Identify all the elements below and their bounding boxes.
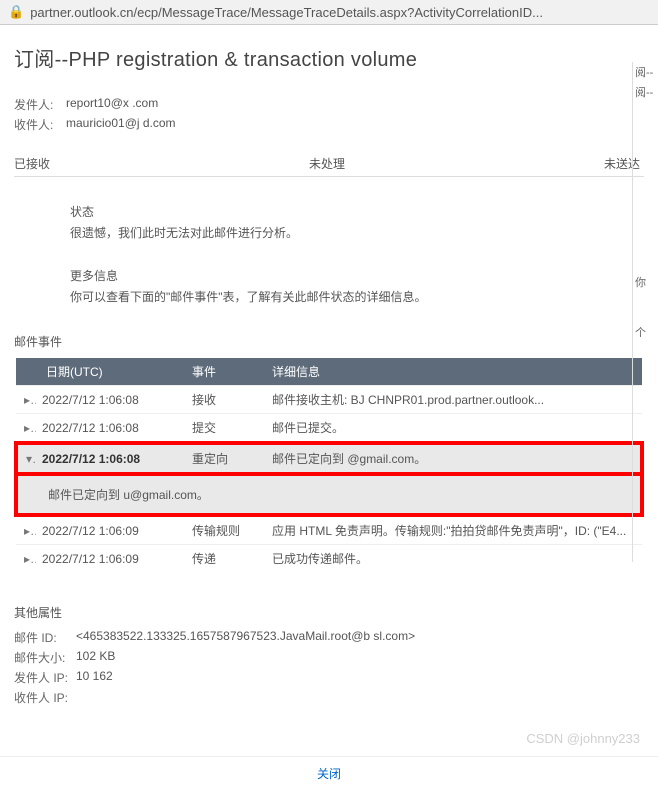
sidebar-fragment: 阅-- 阅-- 你 个: [632, 62, 658, 562]
cell-date: 2022/7/12 1:06:08: [36, 414, 186, 444]
cell-detail: 邮件已定向到 @gmail.com。: [266, 443, 642, 474]
cell-event: 提交: [186, 414, 266, 444]
cell-date: 2022/7/12 1:06:09: [36, 545, 186, 573]
rip-label: 收件人 IP:: [14, 689, 76, 706]
cell-date: 2022/7/12 1:06:08: [36, 443, 186, 474]
status-label: 状态: [70, 203, 644, 220]
table-row[interactable]: ▸ 2022/7/12 1:06:08 提交 邮件已提交。: [16, 414, 642, 444]
cell-event: 接收: [186, 386, 266, 414]
events-heading: 邮件事件: [14, 333, 644, 350]
lock-icon: 🔒: [8, 4, 24, 20]
table-row-detail: 邮件已定向到 u@gmail.com。: [16, 474, 642, 515]
cell-event: 重定向: [186, 443, 266, 474]
cell-event: 传递: [186, 545, 266, 573]
expand-icon[interactable]: ▸: [16, 545, 36, 573]
more-body: 你可以查看下面的"邮件事件"表，了解有关此邮件状态的详细信息。: [70, 288, 644, 305]
footer: 关闭: [0, 756, 658, 790]
cell-date: 2022/7/12 1:06:08: [36, 386, 186, 414]
cell-detail: 邮件已提交。: [266, 414, 642, 444]
msgid-label: 邮件 ID:: [14, 629, 76, 646]
watermark: CSDN @johnny233: [526, 731, 640, 746]
cell-detail: 已成功传递邮件。: [266, 545, 642, 573]
col-event: 事件: [186, 358, 266, 386]
msgid-value: <465383522.133325.1657587967523.JavaMail…: [76, 629, 415, 646]
props-heading: 其他属性: [14, 604, 644, 621]
other-properties: 其他属性 邮件 ID:<465383522.133325.16575879675…: [14, 604, 644, 706]
more-label: 更多信息: [70, 267, 644, 284]
url-text: partner.outlook.cn/ecp/MessageTrace/Mess…: [30, 5, 543, 20]
status-body: 很遗憾，我们此时无法对此邮件进行分析。: [70, 224, 644, 241]
status-tabs: 已接收 未处理 未送达: [14, 151, 644, 177]
cell-detail: 邮件接收主机: BJ CHNPR01.prod.partner.outlook.…: [266, 386, 642, 414]
expand-icon[interactable]: ▸: [16, 414, 36, 444]
close-link[interactable]: 关闭: [317, 765, 341, 782]
recipient-row: 收件人: mauricio01@j d.com: [14, 116, 644, 133]
table-row[interactable]: ▸ 2022/7/12 1:06:09 传递 已成功传递邮件。: [16, 545, 642, 573]
sip-value: 10 162: [76, 669, 113, 686]
table-row[interactable]: ▸ 2022/7/12 1:06:09 传输规则 应用 HTML 免责声明。传输…: [16, 515, 642, 545]
sender-row: 发件人: report10@x .com: [14, 96, 644, 113]
recipient-label: 收件人:: [14, 116, 66, 133]
status-section: 状态 很遗憾，我们此时无法对此邮件进行分析。: [70, 203, 644, 241]
expand-icon[interactable]: ▸: [16, 515, 36, 545]
cell-date: 2022/7/12 1:06:09: [36, 515, 186, 545]
events-table: 日期(UTC) 事件 详细信息 ▸ 2022/7/12 1:06:08 接收 邮…: [14, 358, 644, 572]
page-title: 订阅--PHP registration & transaction volum…: [14, 43, 644, 72]
cell-detail: 应用 HTML 免责声明。传输规则:"拍拍贷邮件免责声明"，ID: ("E4..…: [266, 515, 642, 545]
expanded-detail: 邮件已定向到 u@gmail.com。: [16, 474, 642, 515]
size-value: 102 KB: [76, 649, 115, 666]
table-row-expanded[interactable]: ▾ 2022/7/12 1:06:08 重定向 邮件已定向到 @gmail.co…: [16, 443, 642, 474]
more-section: 更多信息 你可以查看下面的"邮件事件"表，了解有关此邮件状态的详细信息。: [70, 267, 644, 305]
tab-unprocessed[interactable]: 未处理: [223, 151, 432, 176]
sender-label: 发件人:: [14, 96, 66, 113]
size-label: 邮件大小:: [14, 649, 76, 666]
recipient-value: mauricio01@j d.com: [66, 116, 176, 133]
cell-event: 传输规则: [186, 515, 266, 545]
tab-undelivered[interactable]: 未送达: [431, 151, 644, 176]
col-detail: 详细信息: [266, 358, 642, 386]
sender-value: report10@x .com: [66, 96, 158, 113]
tab-received[interactable]: 已接收: [14, 151, 223, 176]
col-date: 日期(UTC): [16, 358, 186, 386]
sip-label: 发件人 IP:: [14, 669, 76, 686]
url-bar: 🔒 partner.outlook.cn/ecp/MessageTrace/Me…: [0, 0, 658, 25]
collapse-icon[interactable]: ▾: [16, 443, 36, 474]
table-row[interactable]: ▸ 2022/7/12 1:06:08 接收 邮件接收主机: BJ CHNPR0…: [16, 386, 642, 414]
expand-icon[interactable]: ▸: [16, 386, 36, 414]
